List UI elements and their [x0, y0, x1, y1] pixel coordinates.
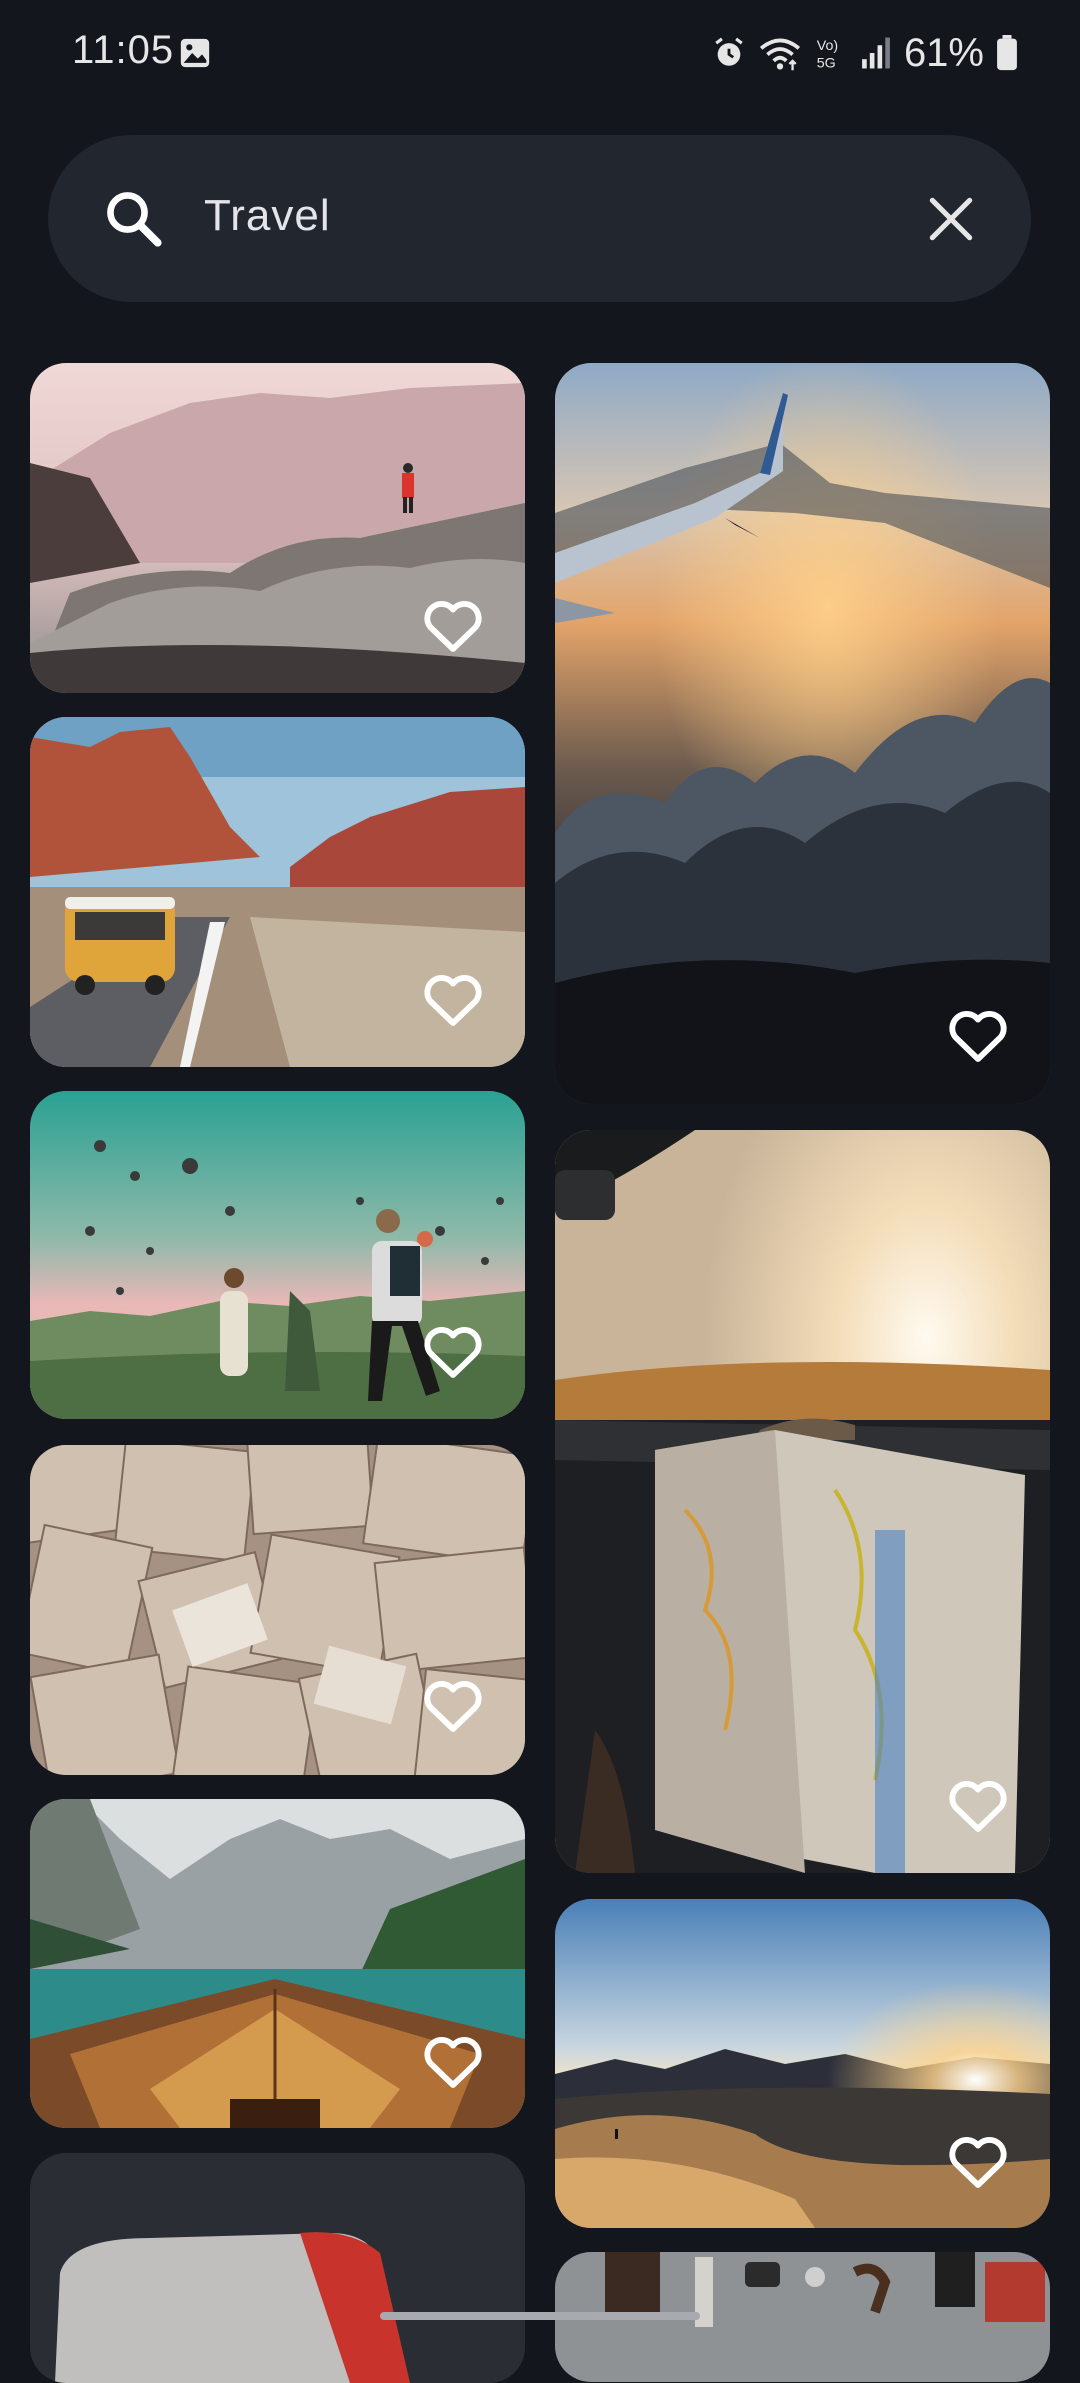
photo-map-car: [555, 1130, 1050, 1873]
heart-outline-icon[interactable]: [421, 1321, 485, 1381]
gallery-item-van[interactable]: [30, 717, 525, 1067]
battery-icon: [997, 35, 1017, 71]
photo-partial: [30, 2153, 525, 2383]
svg-text:Vo): Vo): [817, 38, 838, 54]
gallery-item-hiker[interactable]: [30, 363, 525, 693]
heart-outline-icon[interactable]: [421, 969, 485, 1029]
wifi-icon: [759, 38, 801, 71]
gallery-item-map-car[interactable]: [555, 1130, 1050, 1873]
status-time: 11:05: [72, 28, 175, 72]
image-icon: [180, 38, 210, 68]
gallery-item-desert[interactable]: [555, 1899, 1050, 2228]
status-bar: 11:05 Vo) 5G 61%: [0, 0, 1080, 110]
heart-outline-icon[interactable]: [421, 2031, 485, 2091]
heart-outline-icon[interactable]: [946, 1775, 1010, 1835]
gallery-item-boat[interactable]: [30, 1799, 525, 2128]
search-icon[interactable]: [100, 185, 166, 251]
heart-outline-icon[interactable]: [421, 595, 485, 655]
status-icons: Vo) 5G 61%: [712, 30, 1018, 76]
gallery-item-partial[interactable]: [30, 2153, 525, 2383]
volte-5g-icon: Vo) 5G: [817, 38, 838, 71]
heart-outline-icon[interactable]: [946, 1005, 1010, 1065]
gallery-item-airplane[interactable]: [555, 363, 1050, 1104]
signal-icon: [862, 37, 890, 69]
alarm-icon: [715, 37, 743, 66]
search-bar[interactable]: Travel: [48, 135, 1031, 302]
svg-text:5G: 5G: [817, 55, 836, 71]
gallery-item-maps[interactable]: [30, 1445, 525, 1775]
gallery-item-balloons[interactable]: [30, 1091, 525, 1419]
photo-airplane: [555, 363, 1050, 1104]
search-input[interactable]: Travel: [204, 191, 331, 241]
heart-outline-icon[interactable]: [946, 2131, 1010, 2191]
battery-percentage: 61%: [903, 30, 984, 75]
heart-outline-icon[interactable]: [421, 1675, 485, 1735]
home-indicator[interactable]: [380, 2312, 700, 2320]
close-icon[interactable]: [923, 191, 979, 247]
